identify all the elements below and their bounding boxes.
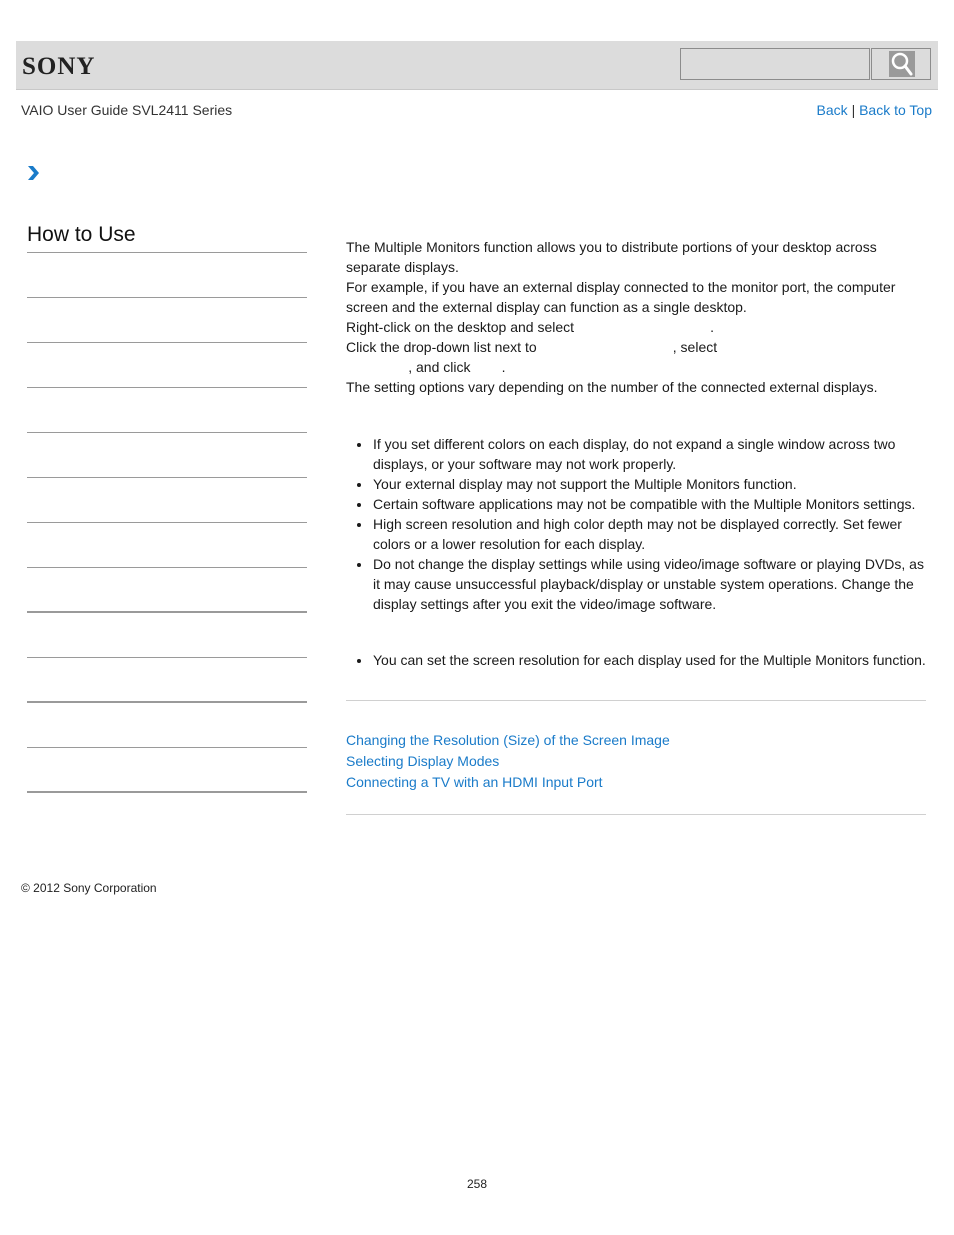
header-bar: SONY [16, 41, 938, 90]
step-1: Right-click on the desktop and select . [346, 319, 715, 335]
link-separator: | [851, 102, 856, 118]
sidebar-item[interactable] [27, 433, 307, 478]
sidebar-item[interactable] [27, 568, 307, 613]
note-item: High screen resolution and high color de… [346, 514, 926, 554]
back-link[interactable]: Back [817, 102, 848, 118]
related-link-hdmi-tv[interactable]: Connecting a TV with an HDMI Input Port [346, 772, 926, 793]
chevron-right-icon[interactable] [26, 165, 40, 181]
note-item: Your external display may not support th… [346, 474, 926, 494]
sidebar-item[interactable] [27, 748, 307, 793]
related-links: Changing the Resolution (Size) of the Sc… [346, 730, 926, 793]
sidebar-item[interactable] [27, 523, 307, 568]
related-link-display-modes[interactable]: Selecting Display Modes [346, 751, 926, 772]
sidebar-item[interactable] [27, 658, 307, 703]
search-input[interactable] [680, 48, 870, 80]
sidebar-item[interactable] [27, 388, 307, 433]
main-content: The Multiple Monitors function allows yo… [346, 237, 926, 815]
intro-paragraph: The Multiple Monitors function allows yo… [346, 239, 877, 275]
copyright: © 2012 Sony Corporation [21, 881, 157, 895]
divider [346, 814, 926, 815]
search-icon [889, 51, 915, 77]
step-2-continued: , and click . [346, 359, 506, 375]
note-item: If you set different colors on each disp… [346, 434, 926, 474]
sidebar-title: How to Use [27, 220, 307, 253]
hints-list: You can set the screen resolution for ea… [346, 650, 926, 670]
sidebar-item[interactable] [27, 613, 307, 658]
back-to-top-link[interactable]: Back to Top [859, 102, 932, 118]
sidebar-item[interactable] [27, 343, 307, 388]
step-2: Click the drop-down list next to , selec… [346, 339, 718, 355]
intro-paragraph: For example, if you have an external dis… [346, 279, 896, 315]
sidebar: How to Use [27, 220, 307, 793]
sidebar-item[interactable] [27, 478, 307, 523]
top-links: Back | Back to Top [817, 102, 932, 118]
notes-list: If you set different colors on each disp… [346, 434, 926, 614]
note-item: Do not change the display settings while… [346, 554, 926, 614]
related-link-change-resolution[interactable]: Changing the Resolution (Size) of the Sc… [346, 730, 926, 751]
guide-title: VAIO User Guide SVL2411 Series [21, 102, 233, 118]
step-2-note: The setting options vary depending on th… [346, 379, 878, 395]
sidebar-item[interactable] [27, 298, 307, 343]
sony-logo: SONY [22, 53, 96, 80]
search-button[interactable] [871, 48, 931, 80]
sidebar-item[interactable] [27, 703, 307, 748]
page-number: 258 [466, 1177, 488, 1191]
hint-item: You can set the screen resolution for ea… [346, 650, 926, 670]
divider [346, 700, 926, 701]
sidebar-item[interactable] [27, 253, 307, 298]
note-item: Certain software applications may not be… [346, 494, 926, 514]
